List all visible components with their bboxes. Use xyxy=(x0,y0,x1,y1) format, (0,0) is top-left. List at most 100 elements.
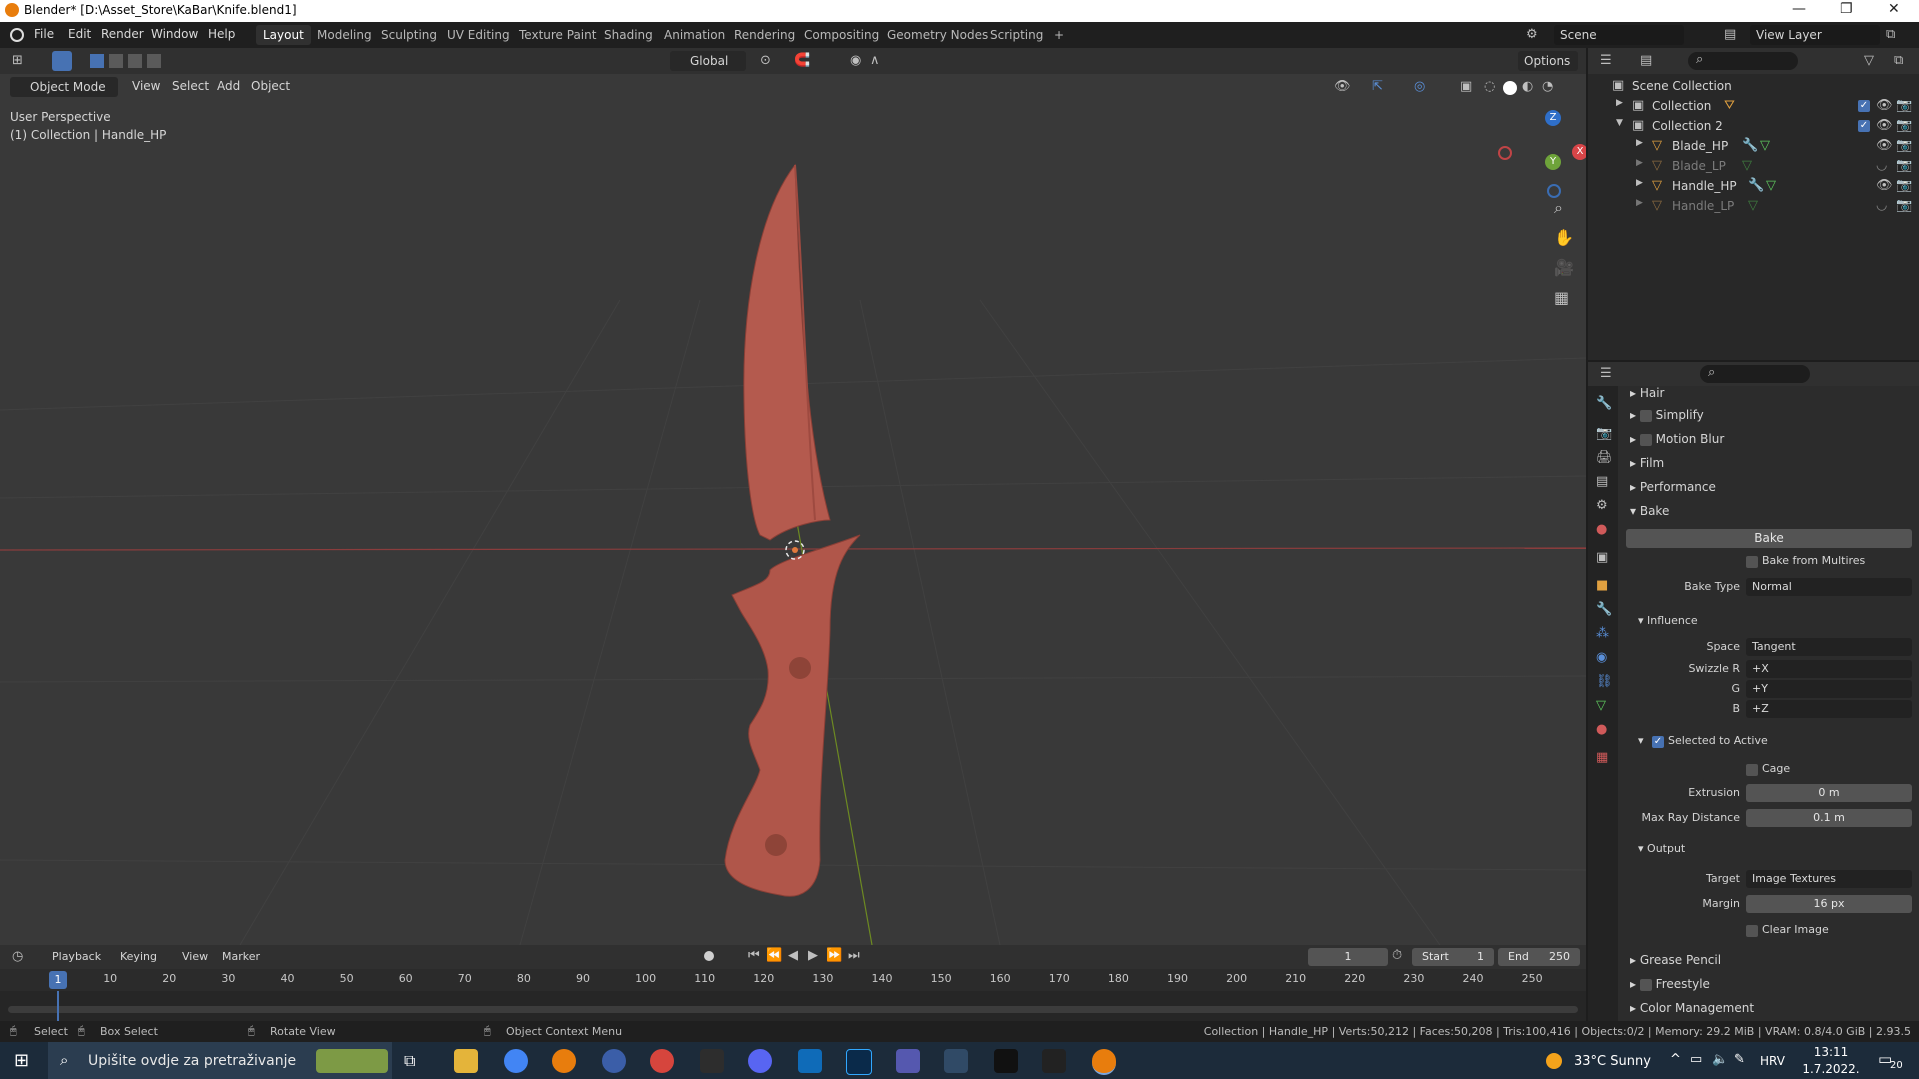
clear-image-checkbox[interactable] xyxy=(1746,925,1758,937)
expand-arrow-icon[interactable]: ▶ xyxy=(1636,198,1643,208)
tray-chevron-icon[interactable]: ^ xyxy=(1670,1052,1681,1067)
select-mode-extend-icon[interactable] xyxy=(109,54,123,68)
target-dropdown[interactable]: Image Textures xyxy=(1746,870,1912,888)
timeline-scrollbar[interactable] xyxy=(8,1006,1578,1013)
expand-arrow-icon[interactable]: ▶ xyxy=(1636,178,1643,188)
panel-bake[interactable]: ▾ Bake xyxy=(1630,504,1669,518)
mode-dropdown[interactable]: Object Mode xyxy=(10,77,118,97)
camera-icon[interactable]: 📷 xyxy=(1896,118,1912,133)
eye-icon[interactable]: 👁 xyxy=(1876,98,1893,113)
chrome-icon[interactable] xyxy=(504,1049,528,1073)
gizmo-neg-z-axis[interactable] xyxy=(1547,184,1561,198)
outliner-row[interactable]: ▶ ▽ Handle_HP 🔧 ▽ 👁 📷 xyxy=(1588,176,1919,196)
select-tool-icon[interactable] xyxy=(52,51,72,71)
gizmo-y-axis[interactable]: Y xyxy=(1545,154,1561,170)
eye-icon[interactable]: 👁 xyxy=(1876,178,1893,193)
timeline-ruler[interactable]: 10 20 30 40 50 60 70 80 90 100 110 120 130 140 150 160 1… xyxy=(0,969,1586,991)
outliner-search-input[interactable]: ⌕ xyxy=(1688,52,1798,70)
blender-taskbar-icon[interactable] xyxy=(552,1049,576,1073)
camera-view-icon[interactable]: 🎥 xyxy=(1554,258,1574,277)
eye-icon[interactable]: 👁 xyxy=(1876,118,1893,133)
panel-performance[interactable]: ▸ Performance xyxy=(1630,480,1716,494)
wireframe-shading-icon[interactable]: ◌ xyxy=(1484,79,1495,94)
panel-freestyle[interactable]: ▸ Freestyle xyxy=(1630,977,1710,991)
scene-tab-icon[interactable]: ⚙ xyxy=(1596,498,1608,513)
new-collection-icon[interactable]: ⧉ xyxy=(1894,53,1903,68)
preview-range-icon[interactable]: ⏱ xyxy=(1392,948,1402,963)
properties-search-input[interactable]: ⌕ xyxy=(1700,365,1810,383)
object-tab-icon[interactable]: ■ xyxy=(1596,578,1608,593)
minimize-button[interactable]: — xyxy=(1792,1,1806,17)
menu-help[interactable]: Help xyxy=(208,27,235,41)
tab-modeling[interactable]: Modeling xyxy=(310,25,379,45)
outliner-row[interactable]: ▶ ▽ Blade_LP ▽ ◡ 📷 xyxy=(1588,156,1919,176)
subpanel-output[interactable]: ▾ Output xyxy=(1638,842,1685,855)
timeline-menu-marker[interactable]: Marker xyxy=(222,950,260,963)
app-icon-dark[interactable] xyxy=(1042,1049,1066,1073)
collapse-arrow-icon[interactable]: ▼ xyxy=(1616,118,1623,128)
menu-window[interactable]: Window xyxy=(151,27,198,41)
task-view-icon[interactable]: ⧉ xyxy=(404,1051,415,1071)
prev-keyframe-icon[interactable]: ⏪ xyxy=(766,948,782,963)
subpanel-selected-to-active[interactable]: ▾ xyxy=(1638,734,1644,747)
swizzle-b-dropdown[interactable]: +Z xyxy=(1746,700,1912,718)
properties-editor-type-icon[interactable]: ☰ xyxy=(1600,366,1612,381)
view-layer-selector[interactable]: View Layer xyxy=(1750,25,1880,45)
timeline-editor-type-icon[interactable]: ◷ xyxy=(12,949,23,964)
discord-icon[interactable] xyxy=(748,1049,772,1073)
camera-icon[interactable]: 📷 xyxy=(1896,138,1912,153)
camera-icon[interactable]: 📷 xyxy=(1896,198,1912,213)
tab-geometry-nodes[interactable]: Geometry Nodes xyxy=(880,25,995,45)
extrusion-field[interactable]: 0 m xyxy=(1746,784,1912,802)
include-checkbox[interactable]: ✓ xyxy=(1858,100,1870,112)
proportional-editing-icon[interactable]: ◉ xyxy=(850,53,861,68)
select-mode-subtract-icon[interactable] xyxy=(128,54,142,68)
overlays-icon[interactable]: ◎ xyxy=(1414,79,1425,94)
substance-icon[interactable] xyxy=(650,1049,674,1073)
camera-icon[interactable]: 📷 xyxy=(1896,178,1912,193)
freestyle-checkbox[interactable] xyxy=(1639,978,1652,991)
simplify-checkbox[interactable] xyxy=(1639,409,1652,422)
zoom-icon[interactable]: ⌕ xyxy=(1554,198,1563,218)
margin-field[interactable]: 16 px xyxy=(1746,895,1912,913)
scene-selector[interactable]: Scene xyxy=(1554,25,1684,45)
photoshop-icon[interactable] xyxy=(846,1049,872,1075)
tab-compositing[interactable]: Compositing xyxy=(797,25,886,45)
windows-start-icon[interactable]: ⊞ xyxy=(14,1050,29,1071)
tab-sculpting[interactable]: Sculpting xyxy=(374,25,444,45)
swizzle-g-dropdown[interactable]: +Y xyxy=(1746,680,1912,698)
data-tab-icon[interactable]: ▽ xyxy=(1596,698,1606,713)
language-indicator[interactable]: HRV xyxy=(1760,1054,1785,1068)
options-dropdown[interactable]: Options xyxy=(1518,51,1578,71)
tab-scripting[interactable]: Scripting xyxy=(983,25,1050,45)
eye-hidden-icon[interactable]: ◡ xyxy=(1876,198,1887,213)
gizmo-z-axis[interactable]: Z xyxy=(1545,110,1561,126)
tab-uv-editing[interactable]: UV Editing xyxy=(440,25,517,45)
constraints-tab-icon[interactable]: ⛓ xyxy=(1596,674,1613,689)
panel-color-management[interactable]: ▸ Color Management xyxy=(1630,1001,1754,1015)
cage-checkbox[interactable] xyxy=(1746,764,1758,776)
viewport-menu-view[interactable]: View xyxy=(132,79,160,93)
bake-type-dropdown[interactable]: Normal xyxy=(1746,578,1912,596)
material-shading-icon[interactable]: ◐ xyxy=(1522,79,1533,94)
auto-keying-icon[interactable] xyxy=(704,951,714,961)
eye-hidden-icon[interactable]: ◡ xyxy=(1876,158,1887,173)
file-explorer-icon[interactable] xyxy=(454,1049,478,1073)
panel-simplify[interactable]: ▸ Simplify xyxy=(1630,408,1704,422)
add-workspace-button[interactable]: + xyxy=(1047,25,1071,45)
timeline-menu-view[interactable]: View xyxy=(182,950,208,963)
new-view-layer-icon[interactable]: ⧉ xyxy=(1886,27,1895,42)
clock-time[interactable]: 13:11 xyxy=(1806,1045,1856,1059)
volume-icon[interactable]: 🔈 xyxy=(1712,1052,1728,1067)
outliner-row-scene-collection[interactable]: ▣ Scene Collection xyxy=(1588,76,1919,96)
current-frame-field[interactable]: 1 xyxy=(1308,948,1388,966)
output-tab-icon[interactable]: 🖨 xyxy=(1596,450,1613,465)
unity-icon[interactable] xyxy=(700,1049,724,1073)
rendered-shading-icon[interactable]: ◔ xyxy=(1542,79,1553,94)
camera-icon[interactable]: 📷 xyxy=(1896,98,1912,113)
texture-tab-icon[interactable]: ▦ xyxy=(1596,750,1608,765)
next-keyframe-icon[interactable]: ⏩ xyxy=(826,948,842,963)
space-dropdown[interactable]: Tangent xyxy=(1746,638,1912,656)
outliner-row[interactable]: ▼ ▣ Collection 2 ✓ 👁 📷 xyxy=(1588,116,1919,136)
expand-arrow-icon[interactable]: ▶ xyxy=(1616,98,1623,108)
